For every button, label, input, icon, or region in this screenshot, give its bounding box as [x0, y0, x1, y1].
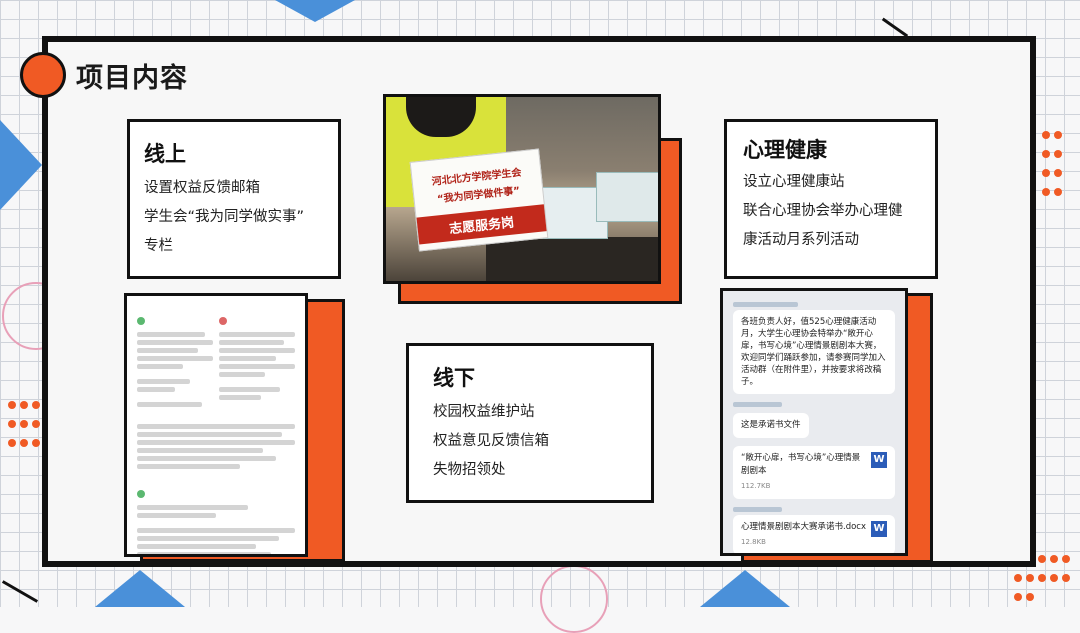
sign-banner: 志愿服务岗: [416, 204, 547, 245]
pink-ring-bottom: [540, 565, 608, 633]
file-1-name: “敞开心扉，书写心境”心理情景剧剧本: [741, 453, 861, 476]
volunteer-station-photo: 河北北方学院学生会 “我为同学做件事” 志愿服务岗: [383, 94, 661, 284]
file-attachment-1[interactable]: “敞开心扉，书写心境”心理情景剧剧本 112.7KB W: [733, 446, 895, 499]
blue-triangle-bottom: [95, 570, 185, 607]
file-2-name: 心理情景剧剧本大赛承诺书.docx: [741, 522, 867, 532]
mental-line-3: 康活动月系列活动: [743, 232, 859, 248]
offline-line-3: 失物招领处: [433, 462, 506, 478]
word-doc-icon: W: [871, 452, 887, 468]
online-heading: 线上: [144, 142, 186, 166]
file-attachment-2[interactable]: 心理情景剧剧本大赛承诺书.docx 12.8KB W: [733, 515, 895, 553]
chat-message-1: 各班负责人好，值525心理健康活动月，大学生心理协会特举办“敞开心扉，书写心境”…: [733, 310, 895, 394]
orange-dots-right: [1040, 126, 1070, 202]
blue-triangle-top: [275, 0, 355, 22]
title-bar: 项目内容: [20, 52, 188, 98]
title-circle-icon: [20, 52, 66, 98]
offline-card: 线下 校园权益维护站 权益意见反馈信箱 失物招领处: [406, 343, 654, 503]
blue-triangle-bottom-right: [700, 570, 790, 607]
word-doc-icon: W: [871, 521, 887, 537]
online-line-2: 学生会“我为同学做实事”: [144, 209, 305, 225]
file-1-size: 112.7KB: [741, 482, 771, 490]
online-card: 线上 设置权益反馈邮箱 学生会“我为同学做实事” 专栏: [127, 119, 341, 279]
feedback-post-screenshot: [124, 293, 308, 557]
online-line-3: 专栏: [144, 238, 173, 254]
page-title: 项目内容: [76, 62, 188, 94]
mental-line-2: 联合心理协会举办心理健: [743, 203, 903, 219]
offline-heading: 线下: [433, 366, 475, 390]
mental-card: 心理健康 设立心理健康站 联合心理协会举办心理健 康活动月系列活动: [724, 119, 938, 279]
mental-heading: 心理健康: [743, 138, 827, 162]
blue-triangle-left: [0, 120, 42, 210]
mental-line-1: 设立心理健康站: [743, 174, 845, 190]
offline-line-1: 校园权益维护站: [433, 404, 535, 420]
online-line-1: 设置权益反馈邮箱: [144, 180, 260, 196]
chat-message-2: 这是承诺书文件: [733, 413, 809, 438]
file-2-size: 12.8KB: [741, 538, 766, 546]
offline-line-2: 权益意见反馈信箱: [433, 433, 549, 449]
chat-screenshot: 各班负责人好，值525心理健康活动月，大学生心理协会特举办“敞开心扉，书写心境”…: [720, 288, 908, 556]
